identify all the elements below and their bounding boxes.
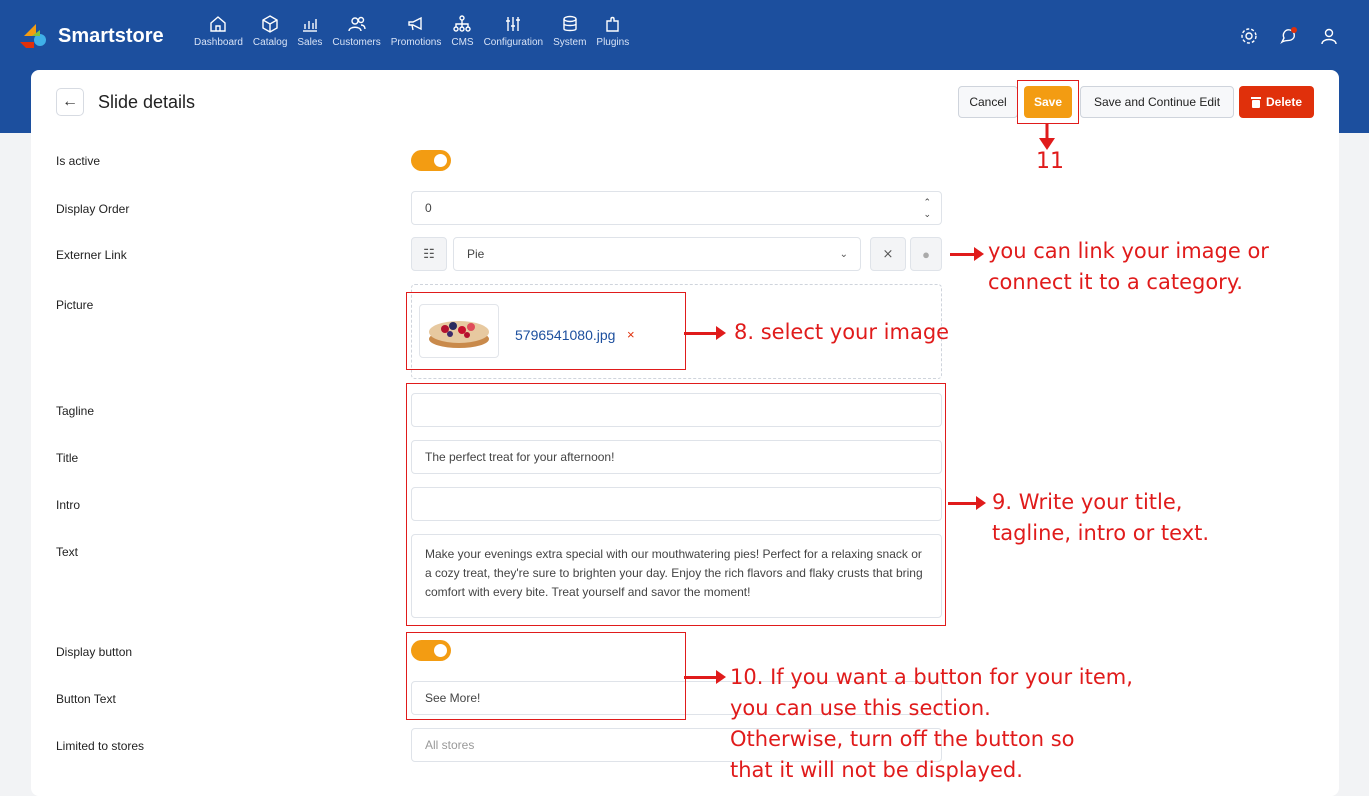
- help-icon: ●: [922, 246, 930, 262]
- nav-label: Sales: [297, 37, 323, 48]
- button-annotation: 10. If you want a button for your item, …: [730, 665, 1133, 782]
- display-order-value: 0: [425, 201, 432, 215]
- main-nav: Dashboard Catalog Sales Customers Promot…: [190, 14, 633, 48]
- nav-label: Plugins: [596, 37, 630, 48]
- chevron-down-icon: ⌄: [839, 248, 848, 260]
- cube-icon: [262, 15, 278, 33]
- brand-name: Smartstore: [58, 24, 164, 47]
- trash-icon: [1250, 97, 1261, 108]
- page-title: Slide details: [98, 91, 196, 112]
- unlink-icon: ⨯: [882, 246, 894, 261]
- nav-label: CMS: [451, 37, 474, 48]
- nav-system[interactable]: System: [549, 14, 590, 48]
- nav-label: Configuration: [483, 37, 544, 48]
- text-annotation: 9. Write your title, tagline, intro or t…: [992, 490, 1210, 545]
- unlink-button[interactable]: ⨯: [870, 237, 906, 271]
- settings-icon[interactable]: [1239, 26, 1259, 46]
- arrow-right-icon: [950, 247, 984, 261]
- user-icon[interactable]: [1319, 26, 1339, 46]
- text-fields-highlight-box: [406, 383, 946, 626]
- nav-configuration[interactable]: Configuration: [480, 14, 547, 48]
- brand[interactable]: Smartstore: [18, 22, 164, 50]
- limited-stores-placeholder: All stores: [425, 738, 475, 752]
- page-header: ← Slide details: [56, 88, 195, 116]
- delete-button[interactable]: Delete: [1239, 86, 1314, 118]
- save-step-number: 11: [1036, 149, 1064, 174]
- external-link-label: Externer Link: [56, 248, 127, 262]
- button-highlight-box: [406, 632, 686, 720]
- nav-promotions[interactable]: Promotions: [387, 14, 446, 48]
- nav-sales[interactable]: Sales: [293, 14, 326, 48]
- nav-label: Catalog: [252, 37, 288, 48]
- save-highlight-box: [1017, 80, 1079, 124]
- is-active-toggle[interactable]: [411, 150, 451, 171]
- chevron-down-icon[interactable]: ⌄: [923, 208, 931, 220]
- puzzle-icon: [606, 16, 619, 32]
- delete-label: Delete: [1265, 95, 1303, 109]
- megaphone-icon: [408, 16, 422, 31]
- arrow-right-icon: [948, 496, 986, 510]
- nav-customers[interactable]: Customers: [328, 14, 384, 48]
- nav-label: Promotions: [390, 37, 442, 48]
- display-order-label: Display Order: [56, 202, 130, 216]
- external-link-select[interactable]: Pie ⌄: [453, 237, 861, 271]
- intro-label: Intro: [56, 498, 81, 512]
- text-label: Text: [56, 545, 79, 559]
- display-button-label: Display button: [56, 645, 133, 659]
- nav-label: System: [553, 37, 587, 48]
- users-icon: [347, 16, 366, 32]
- nav-cms[interactable]: CMS: [447, 14, 477, 48]
- picture-highlight-box: [406, 292, 686, 370]
- arrow-right-icon: [684, 326, 726, 340]
- nav-label: Customers: [332, 37, 381, 48]
- title-label: Title: [56, 451, 79, 465]
- link-annotation: you can link your image or connect it to…: [988, 239, 1269, 294]
- database-icon: [563, 15, 577, 32]
- nav-dashboard[interactable]: Dashboard: [190, 14, 247, 48]
- external-link-value: Pie: [467, 247, 485, 261]
- back-button[interactable]: ←: [56, 88, 84, 116]
- help-dropdown-button[interactable]: ●: [910, 237, 942, 271]
- link-type-button[interactable]: ☷: [411, 237, 447, 271]
- smartstore-logo-icon: [20, 24, 46, 48]
- arrow-right-icon: [684, 670, 726, 684]
- help-chat-icon[interactable]: [1279, 26, 1299, 46]
- chart-icon: [302, 19, 317, 32]
- sliders-icon: [506, 17, 521, 31]
- image-annotation: 8. select your image: [734, 320, 950, 344]
- stepper[interactable]: ⌃ ⌄: [923, 196, 931, 220]
- is-active-label: Is active: [56, 154, 101, 168]
- top-right-icons: [1239, 26, 1339, 46]
- cancel-button[interactable]: Cancel: [958, 86, 1018, 118]
- home-icon: [210, 16, 227, 32]
- button-text-label: Button Text: [56, 692, 116, 706]
- chevron-up-icon[interactable]: ⌃: [923, 196, 931, 208]
- nav-catalog[interactable]: Catalog: [249, 14, 291, 48]
- limited-stores-label: Limited to stores: [56, 739, 145, 753]
- arrow-left-icon: ←: [62, 93, 78, 110]
- picture-label: Picture: [56, 298, 94, 312]
- display-order-input[interactable]: 0 ⌃ ⌄: [411, 191, 942, 225]
- sitemap-icon: ☷: [423, 246, 435, 261]
- tagline-label: Tagline: [56, 404, 95, 418]
- sitemap-icon: [453, 15, 472, 32]
- nav-plugins[interactable]: Plugins: [592, 14, 633, 48]
- nav-label: Dashboard: [194, 37, 243, 48]
- save-continue-button[interactable]: Save and Continue Edit: [1080, 86, 1234, 118]
